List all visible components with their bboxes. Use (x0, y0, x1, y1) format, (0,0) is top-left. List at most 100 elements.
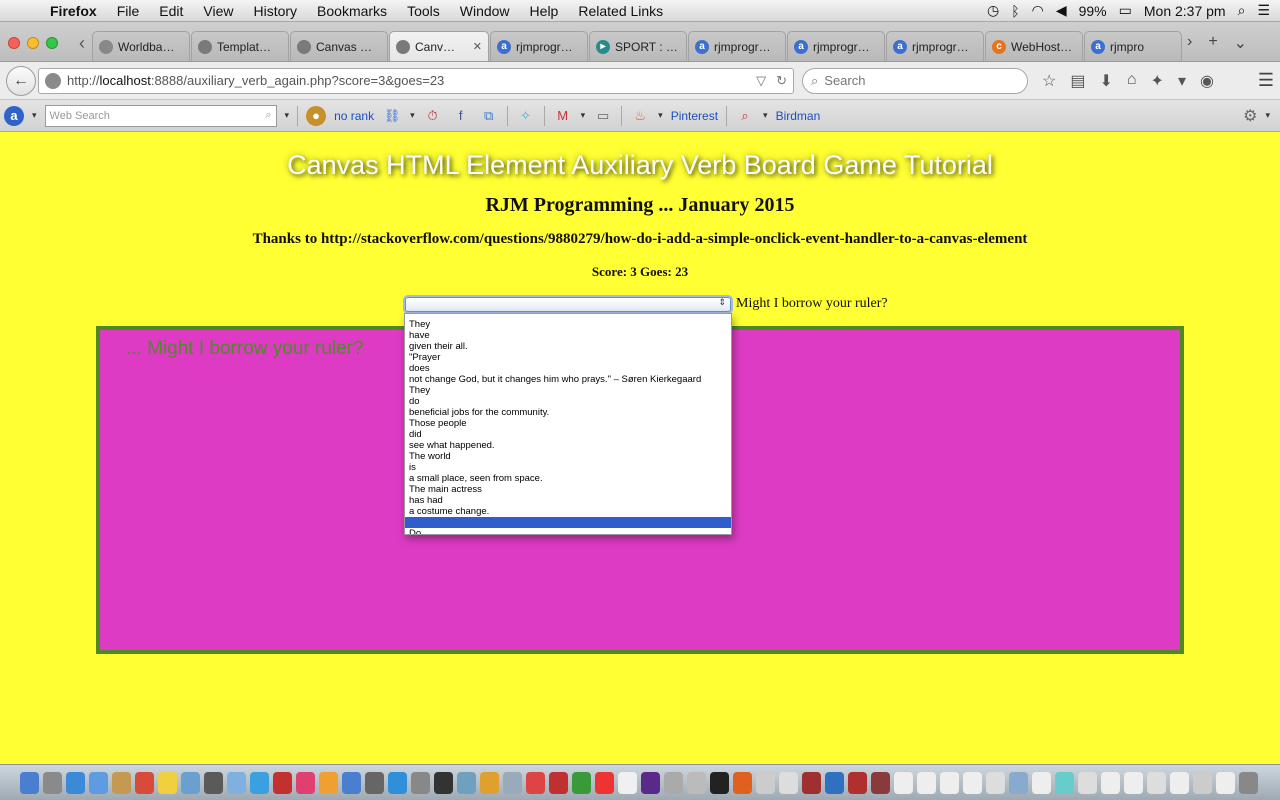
select-option[interactable]: They (405, 319, 731, 330)
contact-card-icon[interactable]: ▭ (593, 106, 613, 126)
dock-app-icon[interactable] (549, 771, 568, 794)
dock-app-icon[interactable] (227, 771, 246, 794)
dock-app-icon[interactable] (687, 771, 706, 794)
sparkle-icon[interactable]: ✧ (516, 106, 536, 126)
battery-percent[interactable]: 99% (1079, 3, 1107, 19)
menu-related-links[interactable]: Related Links (568, 3, 673, 19)
select-option[interactable]: have (405, 330, 731, 341)
select-option[interactable]: is (405, 462, 731, 473)
dock-app-icon[interactable] (641, 771, 660, 794)
dock-app-icon[interactable] (112, 771, 131, 794)
menu-history[interactable]: History (243, 3, 307, 19)
stopwatch-icon[interactable]: ⏱ (423, 106, 443, 126)
dock-app-icon[interactable] (1124, 771, 1143, 794)
select-option[interactable]: They (405, 385, 731, 396)
share-icon[interactable]: ⧉ (479, 106, 499, 126)
dock-app-icon[interactable] (1216, 771, 1235, 794)
menu-window[interactable]: Window (450, 3, 520, 19)
dock-app-icon[interactable] (779, 771, 798, 794)
dock-app-icon[interactable] (963, 771, 982, 794)
browser-tab[interactable]: Templat… (191, 31, 289, 61)
close-window-button[interactable] (8, 37, 20, 49)
birdman-search-icon[interactable]: ⌕ (735, 106, 755, 126)
web-search-dropdown-icon[interactable]: ▾ (285, 110, 290, 121)
tab-scroll-left-icon[interactable]: ‹ (72, 29, 92, 57)
tab-list-chevron-icon[interactable]: ⌄ (1234, 33, 1247, 53)
menu-tools[interactable]: Tools (397, 3, 450, 19)
browser-tab[interactable]: ▸ SPORT : … (589, 31, 687, 61)
dock-app-icon[interactable] (181, 771, 200, 794)
select-option[interactable]: did (405, 429, 731, 440)
link-dropdown-icon[interactable]: ▾ (410, 110, 415, 121)
browser-tab[interactable]: a rjmprogr… (490, 31, 588, 61)
sync-icon[interactable]: ◉ (1200, 71, 1214, 91)
dock-app-icon[interactable] (710, 771, 729, 794)
zoom-window-button[interactable] (46, 37, 58, 49)
link-chain-icon[interactable]: ⛓ (382, 106, 402, 126)
dock-app-icon[interactable] (526, 771, 545, 794)
browser-tab[interactable]: Canv… ✕ (389, 31, 489, 61)
dock-app-icon[interactable] (89, 771, 108, 794)
browser-tab[interactable]: a rjmprogr… (787, 31, 885, 61)
dock-app-icon[interactable] (20, 771, 39, 794)
downloads-icon[interactable]: ⬇ (1099, 71, 1112, 91)
close-tab-icon[interactable]: ✕ (473, 40, 482, 53)
dock-app-icon[interactable] (480, 771, 499, 794)
extension-icon[interactable]: ✦ (1151, 71, 1164, 91)
extension-dropdown-icon[interactable]: ▾ (1178, 71, 1186, 91)
menu-file[interactable]: File (107, 3, 150, 19)
dock-app-icon[interactable] (434, 771, 453, 794)
dock-app-icon[interactable] (802, 771, 821, 794)
select-option[interactable] (405, 517, 731, 528)
search-bar[interactable]: ⌕ Search (802, 67, 1028, 94)
browser-tab[interactable]: a rjmprogr… (688, 31, 786, 61)
gear-dropdown-icon[interactable]: ▾ (1265, 110, 1270, 121)
clock[interactable]: Mon 2:37 pm (1144, 3, 1226, 19)
dock-app-icon[interactable] (411, 771, 430, 794)
browser-tab[interactable]: Canvas … (290, 31, 388, 61)
select-option[interactable]: a small place, seen from space. (405, 473, 731, 484)
dock-app-icon[interactable] (365, 771, 384, 794)
dock-app-icon[interactable] (917, 771, 936, 794)
dock-app-icon[interactable] (756, 771, 775, 794)
site-identity-icon[interactable] (45, 72, 61, 89)
ask-a-icon[interactable]: a (4, 105, 24, 126)
menu-help[interactable]: Help (520, 3, 569, 19)
dock-app-icon[interactable] (664, 771, 683, 794)
ask-dropdown-icon[interactable]: ▾ (32, 110, 37, 121)
dock-app-icon[interactable] (1170, 771, 1189, 794)
browser-tab[interactable]: Worldba… (92, 31, 190, 61)
home-icon[interactable]: ⌂ (1127, 71, 1137, 91)
time-machine-icon[interactable]: ◷ (987, 2, 999, 19)
facebook-icon[interactable]: f (451, 106, 471, 126)
dock-app-icon[interactable] (1147, 771, 1166, 794)
battery-icon[interactable]: ▭ (1119, 2, 1132, 19)
dock-app-icon[interactable] (250, 771, 269, 794)
dock-app-icon[interactable] (940, 771, 959, 794)
rank-globe-icon[interactable]: ● (306, 105, 327, 126)
select-option[interactable]: The main actress (405, 484, 731, 495)
spotlight-icon[interactable]: ⌕ (1238, 2, 1246, 19)
select-option[interactable]: do (405, 396, 731, 407)
menu-view[interactable]: View (193, 3, 243, 19)
volume-icon[interactable]: ◀ (1056, 2, 1067, 19)
url-bar[interactable]: http://localhost:8888/auxiliary_verb_aga… (38, 67, 794, 94)
flame-icon[interactable]: ♨ (630, 106, 650, 126)
dock-app-icon[interactable] (825, 771, 844, 794)
dock-app-icon[interactable] (158, 771, 177, 794)
dock-app-icon[interactable] (342, 771, 361, 794)
menu-bookmarks[interactable]: Bookmarks (307, 3, 397, 19)
gmail-icon[interactable]: M (553, 106, 573, 126)
dock-app-icon[interactable] (1193, 771, 1212, 794)
menu-app[interactable]: Firefox (40, 3, 107, 19)
browser-tab[interactable]: a rjmprogr… (886, 31, 984, 61)
dock-app-icon[interactable] (135, 771, 154, 794)
auxiliary-verb-select[interactable]: ⇕ (405, 297, 731, 312)
dock-app-icon[interactable] (1239, 771, 1258, 794)
bluetooth-icon[interactable]: ᛒ (1011, 3, 1019, 19)
gmail-dropdown-icon[interactable]: ▾ (581, 110, 586, 121)
dock-app-icon[interactable] (1101, 771, 1120, 794)
gear-icon[interactable]: ⚙ (1243, 106, 1257, 126)
select-option[interactable]: does (405, 363, 731, 374)
birdman-link[interactable]: Birdman (776, 109, 821, 123)
